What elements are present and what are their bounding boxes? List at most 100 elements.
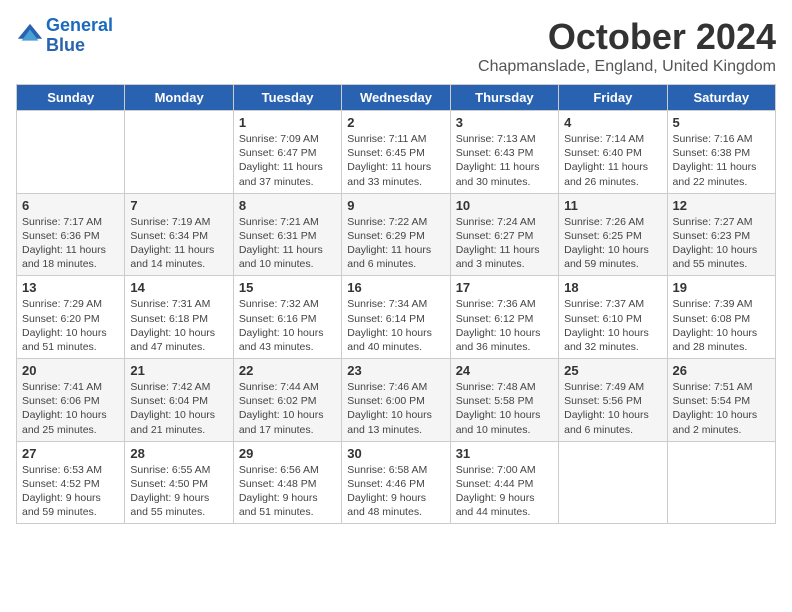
table-row: 19 Sunrise: 7:39 AM Sunset: 6:08 PM Dayli…: [667, 276, 775, 359]
day-number: 17: [456, 280, 553, 295]
table-row: 17 Sunrise: 7:36 AM Sunset: 6:12 PM Dayli…: [450, 276, 558, 359]
day-number: 28: [130, 446, 227, 461]
day-info: Sunrise: 7:34 AM Sunset: 6:14 PM Dayligh…: [347, 297, 444, 354]
day-info: Sunrise: 7:42 AM Sunset: 6:04 PM Dayligh…: [130, 380, 227, 437]
calendar-week-row: 1 Sunrise: 7:09 AM Sunset: 6:47 PM Daylig…: [17, 111, 776, 194]
table-row: 30Sunrise: 6:58 AM Sunset: 4:46 PM Dayli…: [342, 441, 450, 524]
day-info: Sunrise: 7:41 AM Sunset: 6:06 PM Dayligh…: [22, 380, 119, 437]
table-row: 7Sunrise: 7:19 AM Sunset: 6:34 PM Daylig…: [125, 193, 233, 276]
col-tuesday: Tuesday: [233, 85, 341, 111]
day-number: 22: [239, 363, 336, 378]
day-info: Sunrise: 7:36 AM Sunset: 6:12 PM Dayligh…: [456, 297, 553, 354]
table-row: 20Sunrise: 7:41 AM Sunset: 6:06 PM Dayli…: [17, 359, 125, 442]
day-number: 16: [347, 280, 444, 295]
col-friday: Friday: [559, 85, 667, 111]
col-thursday: Thursday: [450, 85, 558, 111]
col-saturday: Saturday: [667, 85, 775, 111]
day-number: 12: [673, 198, 770, 213]
day-info: Sunrise: 7:11 AM Sunset: 6:45 PM Dayligh…: [347, 132, 444, 189]
day-number: 29: [239, 446, 336, 461]
day-number: 6: [22, 198, 119, 213]
logo-text: General Blue: [46, 16, 113, 56]
calendar-week-row: 27 Sunrise: 6:53 AM Sunset: 4:52 PM Dayli…: [17, 441, 776, 524]
title-block: October 2024 Chapmanslade, England, Unit…: [478, 16, 776, 76]
table-row: 31 Sunrise: 7:00 AM Sunset: 4:44 PM Dayli…: [450, 441, 558, 524]
day-info: Sunrise: 7:21 AM Sunset: 6:31 PM Dayligh…: [239, 215, 336, 272]
day-number: 19: [673, 280, 770, 295]
day-info: Sunrise: 7:49 AM Sunset: 5:56 PM Dayligh…: [564, 380, 661, 437]
table-row: 11 Sunrise: 7:26 AM Sunset: 6:25 PM Dayli…: [559, 193, 667, 276]
table-row: 12 Sunrise: 7:27 AM Sunset: 6:23 PM Dayli…: [667, 193, 775, 276]
table-row: 1 Sunrise: 7:09 AM Sunset: 6:47 PM Daylig…: [233, 111, 341, 194]
day-info: Sunrise: 7:29 AM Sunset: 6:20 PM Dayligh…: [22, 297, 119, 354]
day-info: Sunrise: 7:31 AM Sunset: 6:18 PM Dayligh…: [130, 297, 227, 354]
calendar-table: Sunday Monday Tuesday Wednesday Thursday…: [16, 84, 776, 524]
day-info: Sunrise: 7:22 AM Sunset: 6:29 PM Dayligh…: [347, 215, 444, 272]
table-row: 13Sunrise: 7:29 AM Sunset: 6:20 PM Dayli…: [17, 276, 125, 359]
table-row: 23 Sunrise: 7:46 AM Sunset: 6:00 PM Dayli…: [342, 359, 450, 442]
day-number: 11: [564, 198, 661, 213]
table-row: 24 Sunrise: 7:48 AM Sunset: 5:58 PM Dayli…: [450, 359, 558, 442]
day-info: Sunrise: 7:00 AM Sunset: 4:44 PM Dayligh…: [456, 463, 553, 520]
table-row: 5 Sunrise: 7:16 AM Sunset: 6:38 PM Daylig…: [667, 111, 775, 194]
calendar-week-row: 20Sunrise: 7:41 AM Sunset: 6:06 PM Dayli…: [17, 359, 776, 442]
day-info: Sunrise: 7:16 AM Sunset: 6:38 PM Dayligh…: [673, 132, 770, 189]
day-number: 14: [130, 280, 227, 295]
calendar-week-row: 13Sunrise: 7:29 AM Sunset: 6:20 PM Dayli…: [17, 276, 776, 359]
table-row: [667, 441, 775, 524]
day-number: 9: [347, 198, 444, 213]
day-info: Sunrise: 6:55 AM Sunset: 4:50 PM Dayligh…: [130, 463, 227, 520]
table-row: 18 Sunrise: 7:37 AM Sunset: 6:10 PM Dayli…: [559, 276, 667, 359]
day-number: 23: [347, 363, 444, 378]
col-monday: Monday: [125, 85, 233, 111]
day-number: 1: [239, 115, 336, 130]
day-number: 7: [130, 198, 227, 213]
day-number: 24: [456, 363, 553, 378]
page-header: General Blue October 2024 Chapmanslade, …: [16, 16, 776, 76]
logo: General Blue: [16, 16, 113, 56]
day-info: Sunrise: 7:39 AM Sunset: 6:08 PM Dayligh…: [673, 297, 770, 354]
day-number: 30: [347, 446, 444, 461]
table-row: [125, 111, 233, 194]
day-number: 3: [456, 115, 553, 130]
day-number: 26: [673, 363, 770, 378]
col-wednesday: Wednesday: [342, 85, 450, 111]
day-info: Sunrise: 7:51 AM Sunset: 5:54 PM Dayligh…: [673, 380, 770, 437]
table-row: 4Sunrise: 7:14 AM Sunset: 6:40 PM Daylig…: [559, 111, 667, 194]
table-row: 3 Sunrise: 7:13 AM Sunset: 6:43 PM Daylig…: [450, 111, 558, 194]
table-row: 9 Sunrise: 7:22 AM Sunset: 6:29 PM Daylig…: [342, 193, 450, 276]
day-info: Sunrise: 7:26 AM Sunset: 6:25 PM Dayligh…: [564, 215, 661, 272]
table-row: 2Sunrise: 7:11 AM Sunset: 6:45 PM Daylig…: [342, 111, 450, 194]
table-row: 16 Sunrise: 7:34 AM Sunset: 6:14 PM Dayli…: [342, 276, 450, 359]
day-info: Sunrise: 6:53 AM Sunset: 4:52 PM Dayligh…: [22, 463, 119, 520]
day-info: Sunrise: 7:48 AM Sunset: 5:58 PM Dayligh…: [456, 380, 553, 437]
month-title: October 2024: [478, 16, 776, 58]
day-info: Sunrise: 7:37 AM Sunset: 6:10 PM Dayligh…: [564, 297, 661, 354]
day-info: Sunrise: 7:46 AM Sunset: 6:00 PM Dayligh…: [347, 380, 444, 437]
day-info: Sunrise: 7:09 AM Sunset: 6:47 PM Dayligh…: [239, 132, 336, 189]
table-row: [17, 111, 125, 194]
day-info: Sunrise: 7:13 AM Sunset: 6:43 PM Dayligh…: [456, 132, 553, 189]
table-row: 29 Sunrise: 6:56 AM Sunset: 4:48 PM Dayli…: [233, 441, 341, 524]
day-number: 8: [239, 198, 336, 213]
day-number: 18: [564, 280, 661, 295]
day-number: 31: [456, 446, 553, 461]
table-row: 25Sunrise: 7:49 AM Sunset: 5:56 PM Dayli…: [559, 359, 667, 442]
location-subtitle: Chapmanslade, England, United Kingdom: [478, 58, 776, 76]
day-info: Sunrise: 7:32 AM Sunset: 6:16 PM Dayligh…: [239, 297, 336, 354]
calendar-week-row: 6 Sunrise: 7:17 AM Sunset: 6:36 PM Daylig…: [17, 193, 776, 276]
table-row: 14 Sunrise: 7:31 AM Sunset: 6:18 PM Dayli…: [125, 276, 233, 359]
day-number: 27: [22, 446, 119, 461]
day-info: Sunrise: 7:14 AM Sunset: 6:40 PM Dayligh…: [564, 132, 661, 189]
day-info: Sunrise: 7:44 AM Sunset: 6:02 PM Dayligh…: [239, 380, 336, 437]
table-row: 10Sunrise: 7:24 AM Sunset: 6:27 PM Dayli…: [450, 193, 558, 276]
table-row: 28 Sunrise: 6:55 AM Sunset: 4:50 PM Dayli…: [125, 441, 233, 524]
table-row: 15Sunrise: 7:32 AM Sunset: 6:16 PM Dayli…: [233, 276, 341, 359]
day-info: Sunrise: 7:24 AM Sunset: 6:27 PM Dayligh…: [456, 215, 553, 272]
calendar-body: 1 Sunrise: 7:09 AM Sunset: 6:47 PM Daylig…: [17, 111, 776, 524]
day-info: Sunrise: 6:56 AM Sunset: 4:48 PM Dayligh…: [239, 463, 336, 520]
day-info: Sunrise: 7:27 AM Sunset: 6:23 PM Dayligh…: [673, 215, 770, 272]
logo-icon: [16, 22, 44, 50]
day-number: 5: [673, 115, 770, 130]
day-info: Sunrise: 7:17 AM Sunset: 6:36 PM Dayligh…: [22, 215, 119, 272]
